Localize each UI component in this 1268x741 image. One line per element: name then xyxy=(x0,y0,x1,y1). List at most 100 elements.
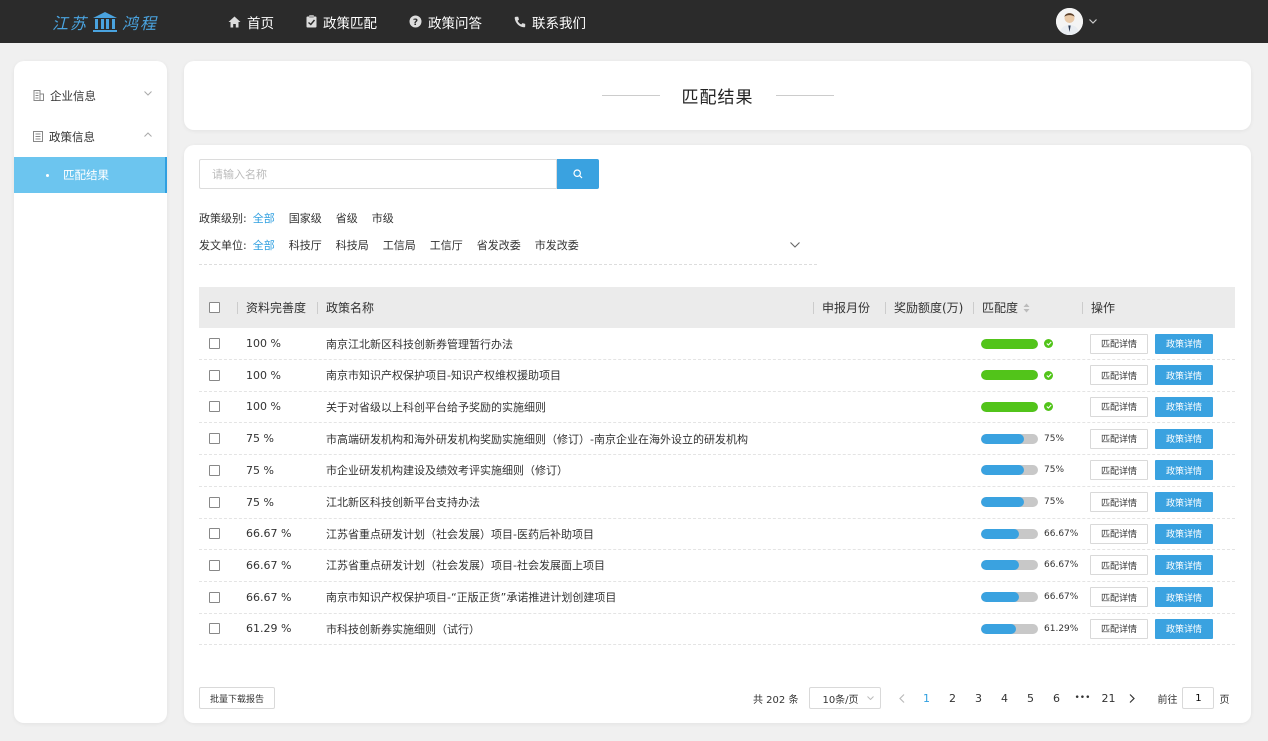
row-checkbox[interactable] xyxy=(209,464,220,476)
policy-detail-button[interactable]: 政策详情 xyxy=(1155,555,1213,576)
policy-detail-button[interactable]: 政策详情 xyxy=(1155,492,1213,512)
row-checkbox[interactable] xyxy=(209,369,220,381)
match-progress-bar xyxy=(981,623,1038,634)
page-5[interactable]: 5 xyxy=(1017,692,1043,705)
page-21[interactable]: 21 xyxy=(1095,692,1121,705)
row-policy-name: 南京市知识产权保护项目-知识产权维权援助项目 xyxy=(326,369,561,383)
search-button[interactable] xyxy=(557,159,599,189)
row-checkbox[interactable] xyxy=(209,559,220,571)
search-icon xyxy=(573,169,583,179)
match-detail-button[interactable]: 匹配详情 xyxy=(1090,523,1148,544)
logo-text-left: 江苏 xyxy=(52,14,89,33)
policy-detail-button[interactable]: 政策详情 xyxy=(1155,428,1213,449)
sidebar-item-match-results[interactable]: 匹配结果 xyxy=(14,157,167,193)
match-detail-button[interactable]: 匹配详情 xyxy=(1090,333,1148,354)
row-actions: 匹配详情 政策详情 xyxy=(1090,360,1213,391)
user-menu[interactable] xyxy=(1056,8,1097,35)
policy-detail-button[interactable]: 政策详情 xyxy=(1155,396,1213,417)
nav-policy-match[interactable]: 政策匹配 xyxy=(306,12,377,32)
table-row: 100 % 关于对省级以上科创平台给予奖励的实施细则 匹配详情 政策详情 xyxy=(199,391,1235,424)
filter-option-gongxin-ting[interactable]: 工信厅 xyxy=(430,237,463,253)
page-1[interactable]: 1 xyxy=(913,692,939,705)
page-size-select[interactable]: 10条/页 xyxy=(809,687,882,709)
sidebar-item-label: 企业信息 xyxy=(50,88,96,103)
next-page-icon[interactable] xyxy=(1129,693,1136,703)
row-match: 66.67% xyxy=(981,550,1078,581)
page-6[interactable]: 6 xyxy=(1043,692,1069,705)
filter-option-gongxin-ju[interactable]: 工信局 xyxy=(383,237,416,253)
sidebar-item-company-info[interactable]: 企业信息 xyxy=(14,75,167,116)
sort-icon[interactable] xyxy=(1023,303,1030,313)
table-row: 75 % 市企业研发机构建设及绩效考评实施细则（修订） 75% 匹配详情 政策详情 xyxy=(199,455,1235,487)
filter-policy-level: 政策级别: 全部 国家级 省级 市级 xyxy=(199,210,408,226)
policy-detail-button[interactable]: 政策详情 xyxy=(1155,587,1213,608)
nav-label: 首页 xyxy=(247,15,274,32)
row-checkbox[interactable] xyxy=(209,591,220,603)
filter-option-shi-fagaiwei[interactable]: 市发改委 xyxy=(535,237,579,253)
match-detail-button[interactable]: 匹配详情 xyxy=(1090,555,1148,576)
policy-detail-button[interactable]: 政策详情 xyxy=(1155,333,1213,354)
page-3[interactable]: 3 xyxy=(965,692,991,705)
search-input[interactable] xyxy=(199,159,557,189)
match-detail-button[interactable]: 匹配详情 xyxy=(1090,587,1148,608)
match-percent: 75% xyxy=(1044,433,1065,444)
match-detail-button[interactable]: 匹配详情 xyxy=(1090,618,1148,639)
row-match: 66.67% xyxy=(981,582,1078,613)
match-detail-button[interactable]: 匹配详情 xyxy=(1090,428,1148,449)
filter-option-keji-ju[interactable]: 科技局 xyxy=(336,237,369,253)
filter-divider xyxy=(199,264,817,265)
nav-home[interactable]: 首页 xyxy=(228,12,274,32)
row-checkbox[interactable] xyxy=(209,433,220,445)
row-select-cell xyxy=(209,423,220,454)
sidebar-item-policy-info[interactable]: 政策信息 xyxy=(14,116,167,157)
match-detail-button[interactable]: 匹配详情 xyxy=(1090,492,1148,512)
row-match xyxy=(981,360,1053,391)
row-checkbox[interactable] xyxy=(209,496,220,508)
page-4[interactable]: 4 xyxy=(991,692,1017,705)
row-policy-name: 江苏省重点研发计划（社会发展）项目-社会发展面上项目 xyxy=(326,559,605,573)
row-checkbox[interactable] xyxy=(209,623,220,635)
match-detail-button[interactable]: 匹配详情 xyxy=(1090,396,1148,417)
nav-contact[interactable]: 联系我们 xyxy=(514,12,586,32)
page-2[interactable]: 2 xyxy=(939,692,965,705)
sidebar-item-label: 匹配结果 xyxy=(63,168,109,182)
expand-filters-icon[interactable] xyxy=(790,242,800,248)
match-detail-button[interactable]: 匹配详情 xyxy=(1090,460,1148,481)
row-checkbox[interactable] xyxy=(209,528,220,540)
filter-option-sheng-fagaiwei[interactable]: 省发改委 xyxy=(477,237,521,253)
col-match[interactable]: 匹配度 xyxy=(973,287,1030,328)
policy-detail-button[interactable]: 政策详情 xyxy=(1155,460,1213,481)
nav-label: 联系我们 xyxy=(532,15,586,32)
goto-page-input[interactable] xyxy=(1182,687,1215,709)
filter-option-provincial[interactable]: 省级 xyxy=(336,210,358,226)
policy-detail-button[interactable]: 政策详情 xyxy=(1155,365,1213,386)
clipboard-check-icon xyxy=(306,15,317,28)
table-row: 75 % 市高端研发机构和海外研发机构奖励实施细则（修订）-南京企业在海外设立的研… xyxy=(199,423,1235,456)
select-all-checkbox[interactable] xyxy=(209,302,220,313)
table-header: 资料完善度 政策名称 申报月份 奖励额度(万) 匹配度 操作 xyxy=(199,287,1235,328)
filter-option-all[interactable]: 全部 xyxy=(253,210,275,226)
table-row: 66.67 % 南京市知识产权保护项目-“正版正货”承诺推进计划创建项目 66.67… xyxy=(199,582,1235,614)
prev-page-icon[interactable] xyxy=(899,693,905,703)
match-progress-bar xyxy=(981,497,1038,507)
policy-detail-button[interactable]: 政策详情 xyxy=(1155,618,1213,639)
nav-policy-qa[interactable]: ? 政策问答 xyxy=(409,12,482,32)
row-completeness: 100 % xyxy=(246,337,281,350)
title-divider-right xyxy=(775,95,834,96)
page-ellipsis[interactable]: ••• xyxy=(1069,693,1095,703)
logo-text-right: 鸿程 xyxy=(122,14,159,33)
select-all-cell xyxy=(209,287,220,328)
policy-detail-button[interactable]: 政策详情 xyxy=(1155,523,1213,544)
row-checkbox[interactable] xyxy=(209,338,220,349)
filter-option-city[interactable]: 市级 xyxy=(372,210,394,226)
filter-option-all[interactable]: 全部 xyxy=(253,237,275,253)
col-reward: 奖励额度(万) xyxy=(885,287,963,328)
batch-download-button[interactable]: 批量下载报告 xyxy=(199,687,275,709)
app-logo[interactable]: 江苏 鸿程 xyxy=(52,10,158,34)
row-checkbox[interactable] xyxy=(209,401,220,413)
filter-option-keji-ting[interactable]: 科技厅 xyxy=(289,237,322,253)
match-detail-button[interactable]: 匹配详情 xyxy=(1090,365,1148,386)
page-header: 匹配结果 xyxy=(184,61,1251,130)
match-progress-bar xyxy=(981,592,1038,603)
filter-option-national[interactable]: 国家级 xyxy=(289,210,322,226)
